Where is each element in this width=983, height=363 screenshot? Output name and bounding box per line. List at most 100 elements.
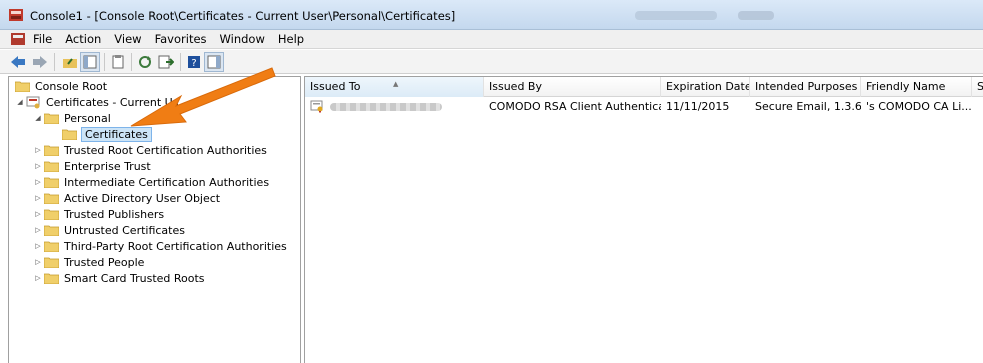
help-icon: ? [188,56,200,69]
help-button[interactable]: ? [184,52,204,72]
tree-node-smart-card-trusted-roots[interactable]: ▷ Smart Card Trusted Roots [33,270,206,286]
folder-icon [43,192,59,205]
expand-arrow-icon[interactable]: ▷ [33,226,43,234]
up-folder-button[interactable] [60,52,80,72]
console-tree-pane: Console Root ◢ Certificates - Current Us… [8,76,301,363]
tree-node-label: Trusted Root Certification Authorities [64,143,267,157]
tree-node-intermediate-ca[interactable]: ▷ Intermediate Certification Authorities [33,174,270,190]
back-button[interactable] [8,52,28,72]
column-label: Friendly Name [866,80,946,93]
menu-window[interactable]: Window [220,32,272,47]
tree-node-untrusted-certificates[interactable]: ▷ Untrusted Certificates [33,222,186,238]
window-title: Console1 - [Console Root\Certificates - … [30,9,456,23]
tree-node-trusted-publishers[interactable]: ▷ Trusted Publishers [33,206,165,222]
forward-button[interactable] [30,52,50,72]
column-header-issued-by[interactable]: Issued By [484,77,661,97]
folder-icon [61,128,77,141]
tree-node-active-directory-user-object[interactable]: ▷ Active Directory User Object [33,190,221,206]
list-header: ▲ Issued To Issued By Expiration Date In… [305,77,983,97]
folder-open-icon [43,112,59,125]
tree-node-personal-certificates[interactable]: Certificates [51,126,152,142]
expand-arrow-icon[interactable]: ▷ [33,210,43,218]
column-header-status[interactable]: St [972,77,983,97]
column-label: Issued To [310,80,361,93]
column-label: Intended Purposes [755,80,858,93]
svg-text:?: ? [191,58,196,69]
menu-help[interactable]: Help [278,32,311,47]
cell-friendly-name: 's COMODO CA Li... [866,100,972,113]
folder-icon [43,144,59,157]
tree-node-console-root[interactable]: Console Root [14,78,108,94]
table-row[interactable]: COMODO RSA Client Authenticat... 11/11/2… [305,98,983,115]
cell-expiration-date: 11/11/2015 [666,100,730,113]
tree-node-enterprise-trust[interactable]: ▷ Enterprise Trust [33,158,152,174]
column-label: Issued By [489,80,542,93]
tree-node-trusted-root-ca[interactable]: ▷ Trusted Root Certification Authorities [33,142,268,158]
tree-node-label: Intermediate Certification Authorities [64,175,270,189]
console-icon[interactable] [11,32,25,46]
copy-button[interactable] [108,52,128,72]
folder-icon [43,160,59,173]
tree-node-label: Active Directory User Object [64,191,221,205]
tree-node-certificates-current-user[interactable]: ◢ Certificates - Current Us [15,94,179,110]
tree-node-label: Console Root [35,79,108,93]
cell-intended-purposes: Secure Email, 1.3.6.... [755,100,861,113]
column-label: Expiration Date [666,80,750,93]
redacted-name [329,103,442,111]
cell-issued-to [305,98,484,115]
menu-favorites[interactable]: Favorites [155,32,214,47]
collapse-arrow-icon[interactable]: ◢ [33,114,43,122]
folder-icon [43,176,59,189]
cell-issued-by: COMODO RSA Client Authenticat... [489,100,661,113]
toolbar: ? [0,50,983,74]
forward-icon [33,56,47,68]
tree-node-label: Enterprise Trust [64,159,151,173]
expand-arrow-icon[interactable]: ▷ [33,242,43,250]
folder-icon [43,272,59,285]
certificate-store-icon [25,96,41,109]
column-header-issued-to[interactable]: ▲ Issued To [305,77,484,97]
title-bar: Console1 - [Console Root\Certificates - … [0,0,983,30]
collapse-arrow-icon[interactable]: ◢ [15,98,25,106]
sort-ascending-icon: ▲ [393,80,399,88]
tree-node-personal[interactable]: ◢ Personal [33,110,112,126]
column-label: St [977,80,983,93]
refresh-button[interactable] [135,52,155,72]
folder-icon [43,224,59,237]
show-hide-tree-button[interactable] [80,52,100,72]
expand-arrow-icon[interactable]: ▷ [33,274,43,282]
tree-node-label: Third-Party Root Certification Authoriti… [64,239,287,253]
blurred-title-text [635,11,717,20]
expand-arrow-icon[interactable]: ▷ [33,258,43,266]
back-icon [11,56,25,68]
mmc-app-icon [9,9,23,21]
export-list-button[interactable] [156,52,176,72]
tree-node-label: Personal [64,111,111,125]
column-header-intended-purposes[interactable]: Intended Purposes [750,77,861,97]
folder-icon [43,208,59,221]
show-hide-action-pane-icon [207,55,221,69]
expand-arrow-icon[interactable]: ▷ [33,178,43,186]
tree-node-label: Certificates - Current Us [46,95,179,109]
column-header-expiration-date[interactable]: Expiration Date [661,77,750,97]
tree-node-label: Trusted People [64,255,145,269]
tree-node-label: Certificates [81,126,152,142]
tree-node-third-party-root-ca[interactable]: ▷ Third-Party Root Certification Authori… [33,238,288,254]
tree-node-label: Untrusted Certificates [64,223,185,237]
menu-file[interactable]: File [33,32,59,47]
up-folder-icon [63,58,77,68]
tree-node-label: Trusted Publishers [64,207,165,221]
tree-node-trusted-people[interactable]: ▷ Trusted People [33,254,145,270]
column-header-friendly-name[interactable]: Friendly Name [861,77,972,97]
folder-icon [43,240,59,253]
show-hide-action-pane-button[interactable] [204,52,224,72]
copy-icon [112,55,124,69]
menu-action[interactable]: Action [65,32,108,47]
show-hide-tree-icon [83,55,97,69]
expand-arrow-icon[interactable]: ▷ [33,194,43,202]
expand-arrow-icon[interactable]: ▷ [33,162,43,170]
menu-view[interactable]: View [114,32,148,47]
expand-arrow-icon[interactable]: ▷ [33,146,43,154]
tree-node-label: Smart Card Trusted Roots [64,271,205,285]
export-list-icon [158,55,174,69]
